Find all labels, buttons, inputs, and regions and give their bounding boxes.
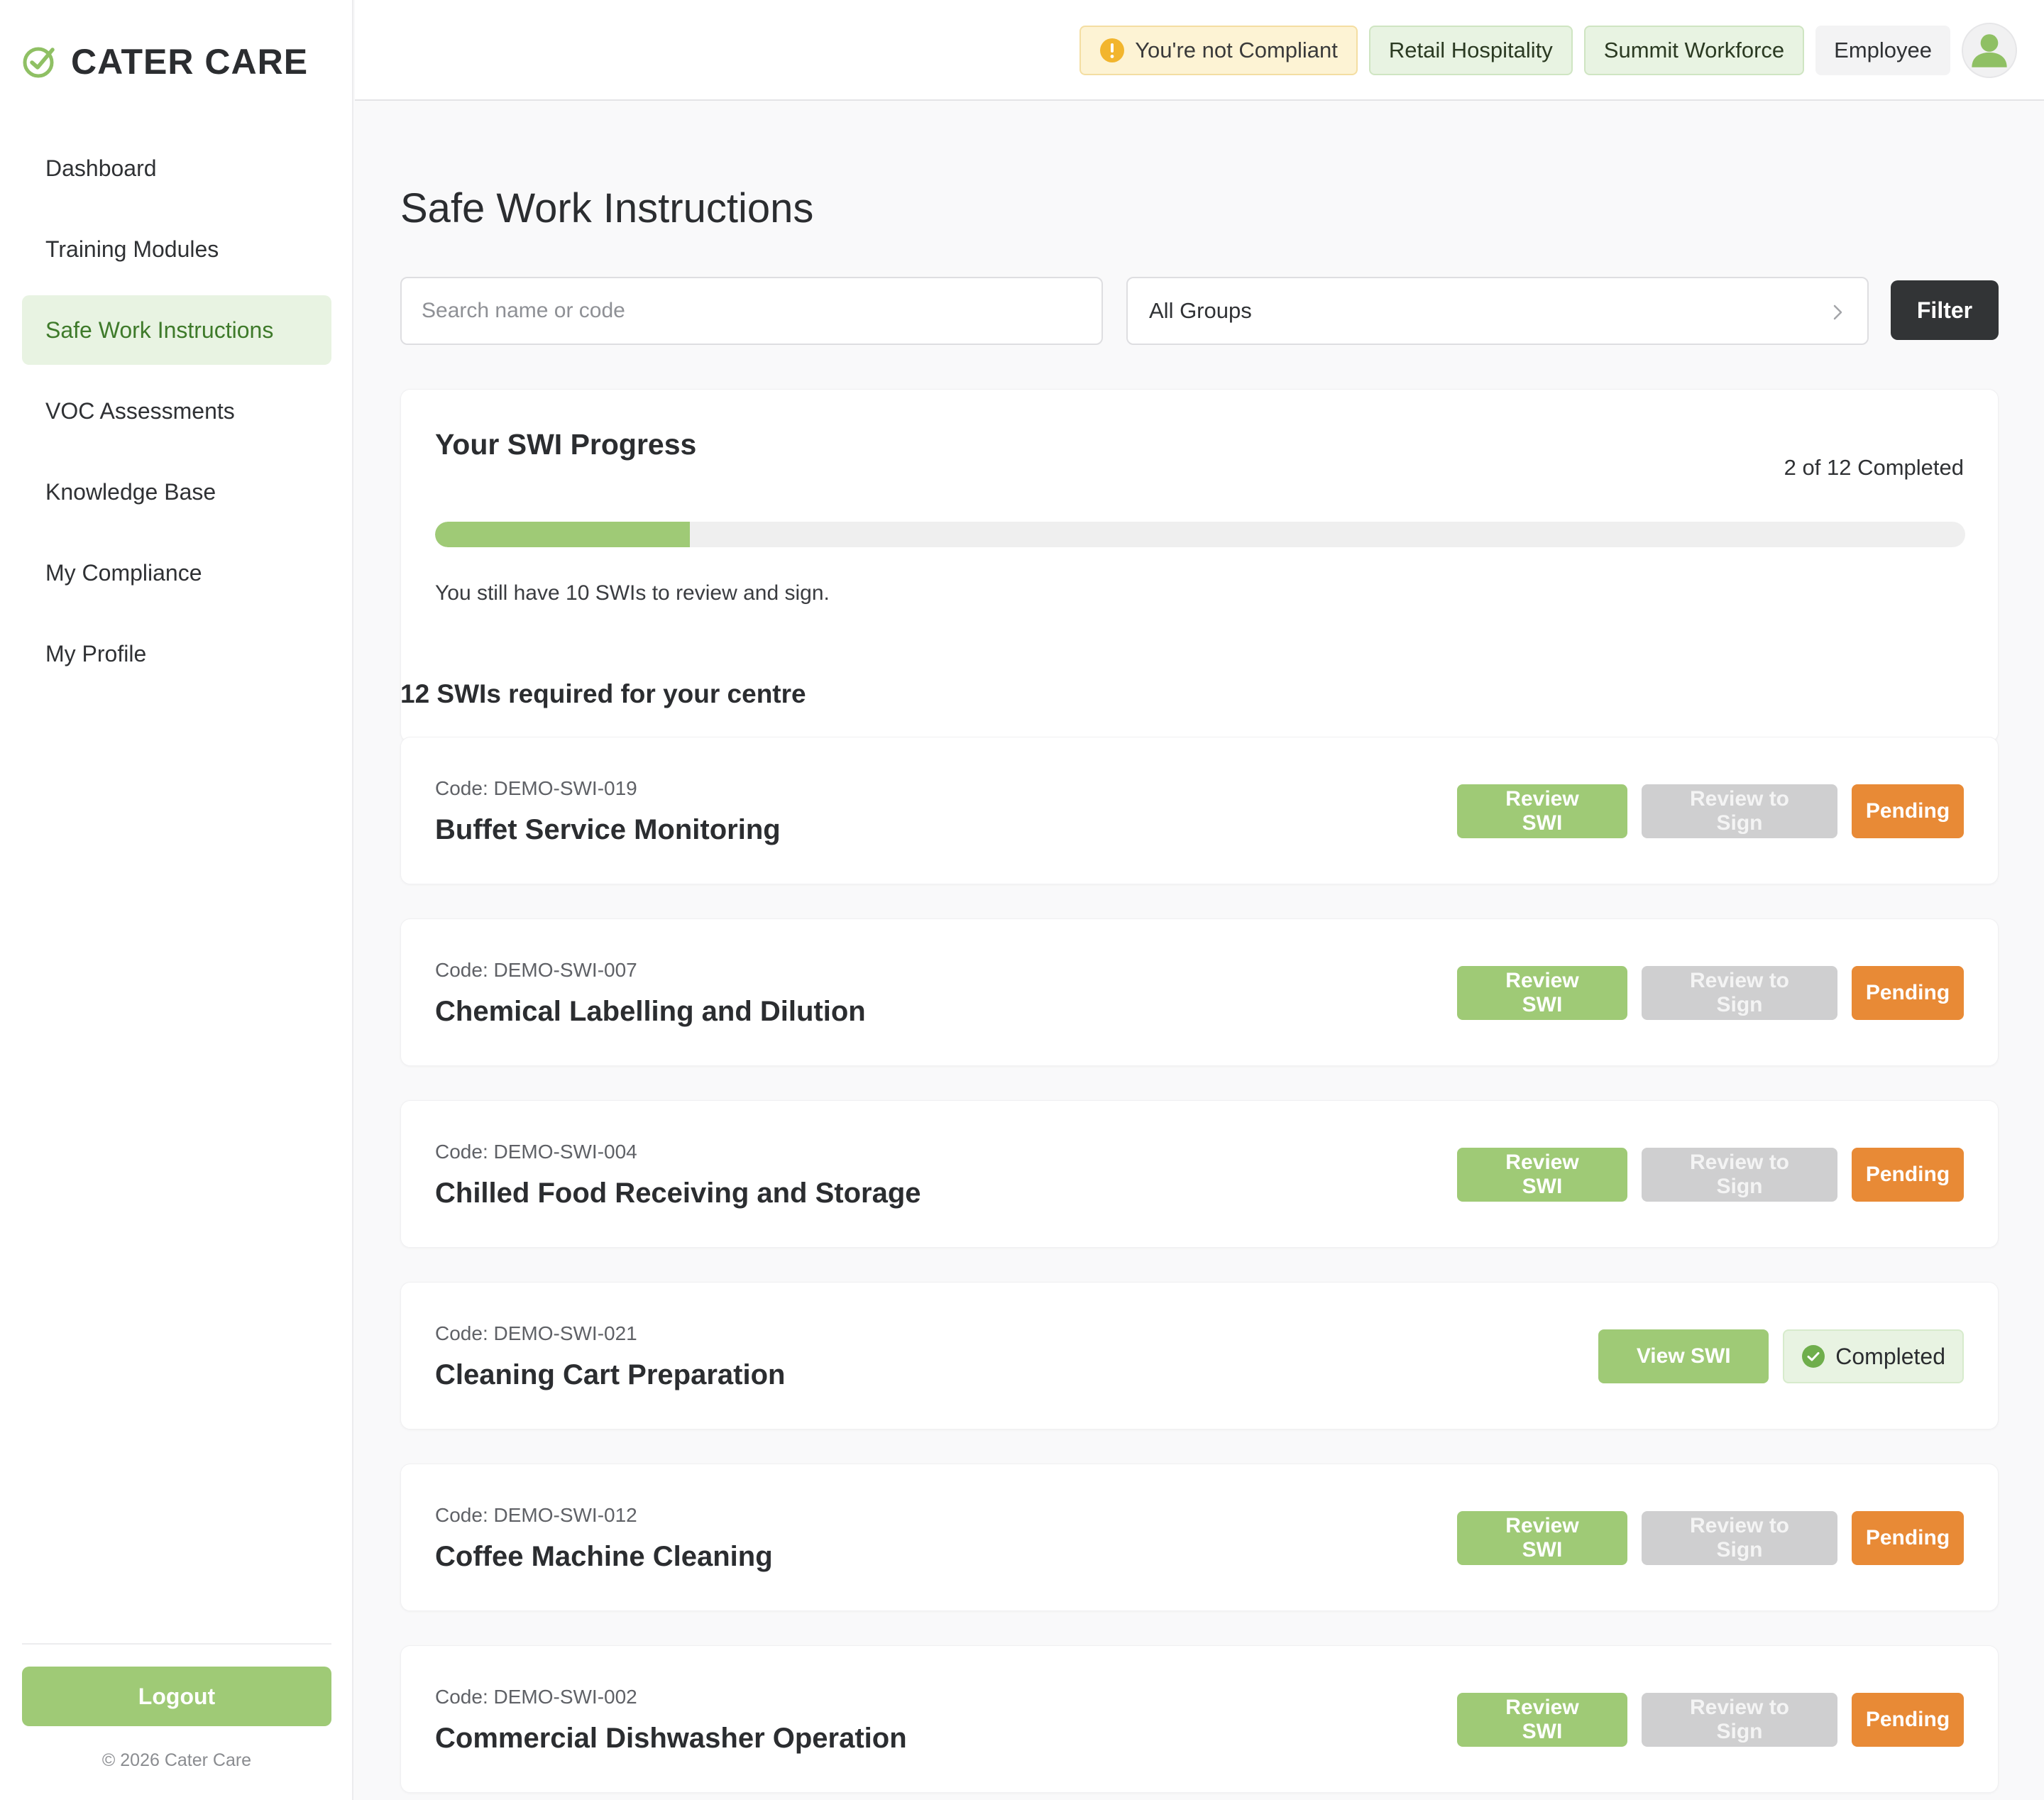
sidebar-item-label: My Profile bbox=[45, 640, 147, 666]
list-item: Code: DEMO-SWI-019 Buffet Service Monito… bbox=[400, 737, 1999, 884]
swi-code: Code: DEMO-SWI-012 bbox=[435, 1504, 637, 1526]
review-to-sign-button[interactable]: Review to Sign bbox=[1642, 1148, 1837, 1202]
compliance-status-badge: You're not Compliant bbox=[1079, 26, 1358, 75]
swi-code: Code: DEMO-SWI-007 bbox=[435, 959, 637, 981]
review-to-sign-button[interactable]: Review to Sign bbox=[1642, 1693, 1837, 1747]
list-item: Code: DEMO-SWI-004 Chilled Food Receivin… bbox=[400, 1100, 1999, 1248]
group-select[interactable]: All Groups bbox=[1126, 277, 1869, 345]
top-header: You're not Compliant Retail Hospitality … bbox=[355, 0, 2044, 101]
sidebar-item-my-profile[interactable]: My Profile bbox=[22, 619, 331, 688]
review-to-sign-button[interactable]: Review to Sign bbox=[1642, 1511, 1837, 1565]
review-swi-button[interactable]: Review SWI bbox=[1457, 1511, 1627, 1565]
swi-code: Code: DEMO-SWI-004 bbox=[435, 1141, 637, 1163]
brand-name: CATER CARE bbox=[71, 42, 309, 82]
swi-actions: Review SWI Review to Sign Pending bbox=[1457, 1693, 1964, 1747]
list-item: Code: DEMO-SWI-007 Chemical Labelling an… bbox=[400, 918, 1999, 1066]
swi-code: Code: DEMO-SWI-019 bbox=[435, 777, 637, 799]
role-label: Employee bbox=[1834, 38, 1932, 62]
check-circle-icon bbox=[23, 47, 55, 78]
tag-label: Retail Hospitality bbox=[1388, 38, 1553, 62]
swi-actions: Review SWI Review to Sign Pending bbox=[1457, 784, 1964, 838]
page-title: Safe Work Instructions bbox=[400, 185, 814, 231]
swi-actions: Review SWI Review to Sign Pending bbox=[1457, 966, 1964, 1020]
search-input[interactable] bbox=[400, 277, 1103, 345]
review-to-sign-button[interactable]: Review to Sign bbox=[1642, 966, 1837, 1020]
list-item: Code: DEMO-SWI-002 Commercial Dishwasher… bbox=[400, 1645, 1999, 1793]
header-right: You're not Compliant Retail Hospitality … bbox=[1079, 23, 2017, 78]
list-item: Code: DEMO-SWI-012 Coffee Machine Cleani… bbox=[400, 1464, 1999, 1611]
swi-actions: Review SWI Review to Sign Pending bbox=[1457, 1148, 1964, 1202]
sidebar-divider bbox=[22, 1643, 331, 1645]
pending-status-button[interactable]: Pending bbox=[1852, 784, 1964, 838]
tag-label: Summit Workforce bbox=[1603, 38, 1785, 62]
sidebar: CATER CARE Dashboard Training Modules Sa… bbox=[0, 0, 353, 1800]
brand-logo[interactable]: CATER CARE bbox=[21, 41, 308, 82]
progress-bar-fill bbox=[435, 522, 691, 547]
swi-title: Chilled Food Receiving and Storage bbox=[435, 1178, 921, 1209]
sidebar-item-training-modules[interactable]: Training Modules bbox=[22, 214, 331, 284]
list-item: Code: DEMO-SWI-021 Cleaning Cart Prepara… bbox=[400, 1282, 1999, 1429]
completed-status-text: Completed bbox=[1835, 1343, 1945, 1369]
progress-title: Your SWI Progress bbox=[435, 428, 697, 461]
sidebar-item-label: Training Modules bbox=[45, 236, 219, 262]
progress-note: You still have 10 SWIs to review and sig… bbox=[435, 581, 830, 605]
sidebar-item-label: VOC Assessments bbox=[45, 397, 235, 424]
sidebar-item-knowledge-base[interactable]: Knowledge Base bbox=[22, 457, 331, 527]
swi-actions: View SWI Completed bbox=[1598, 1329, 1964, 1383]
review-swi-button[interactable]: Review SWI bbox=[1457, 1693, 1627, 1747]
check-circle-icon bbox=[1802, 1345, 1825, 1368]
compliance-status-text: You're not Compliant bbox=[1135, 38, 1338, 62]
swi-title: Buffet Service Monitoring bbox=[435, 814, 781, 845]
exclamation-circle-icon bbox=[1100, 38, 1125, 62]
pending-status-button[interactable]: Pending bbox=[1852, 1511, 1964, 1565]
sidebar-item-label: Knowledge Base bbox=[45, 478, 216, 505]
swi-title: Cleaning Cart Preparation bbox=[435, 1359, 786, 1390]
review-swi-button[interactable]: Review SWI bbox=[1457, 966, 1627, 1020]
swi-list: Code: DEMO-SWI-019 Buffet Service Monito… bbox=[400, 737, 1999, 1800]
view-swi-button[interactable]: View SWI bbox=[1598, 1329, 1769, 1383]
group-select-value: All Groups bbox=[1149, 298, 1252, 323]
swi-code: Code: DEMO-SWI-002 bbox=[435, 1686, 637, 1708]
sidebar-nav: Dashboard Training Modules Safe Work Ins… bbox=[22, 133, 331, 700]
progress-count: 2 of 12 Completed bbox=[1784, 455, 1964, 480]
pending-status-button[interactable]: Pending bbox=[1852, 966, 1964, 1020]
swi-title: Chemical Labelling and Dilution bbox=[435, 996, 866, 1027]
swi-code: Code: DEMO-SWI-021 bbox=[435, 1322, 637, 1344]
pending-status-button[interactable]: Pending bbox=[1852, 1693, 1964, 1747]
filter-button[interactable]: Filter bbox=[1891, 280, 1999, 340]
completed-status-badge: Completed bbox=[1783, 1329, 1964, 1383]
review-swi-button[interactable]: Review SWI bbox=[1457, 1148, 1627, 1202]
user-avatar-icon bbox=[1972, 34, 2007, 67]
list-heading: 12 SWIs required for your centre bbox=[400, 679, 806, 708]
tag-summit-workforce: Summit Workforce bbox=[1583, 26, 1805, 75]
sidebar-item-voc-assessments[interactable]: VOC Assessments bbox=[22, 376, 331, 446]
role-badge: Employee bbox=[1815, 26, 1950, 75]
sidebar-item-dashboard[interactable]: Dashboard bbox=[22, 133, 331, 203]
chevron-right-icon bbox=[1833, 304, 1842, 320]
review-to-sign-button[interactable]: Review to Sign bbox=[1642, 784, 1837, 838]
avatar[interactable] bbox=[1962, 23, 2017, 78]
sidebar-item-label: Safe Work Instructions bbox=[45, 317, 274, 343]
swi-title: Commercial Dishwasher Operation bbox=[435, 1723, 907, 1754]
swi-actions: Review SWI Review to Sign Pending bbox=[1457, 1511, 1964, 1565]
app-root: CATER CARE Dashboard Training Modules Sa… bbox=[0, 0, 2044, 1800]
progress-bar bbox=[435, 522, 1965, 547]
logout-button[interactable]: Logout bbox=[22, 1667, 331, 1726]
sidebar-item-label: Dashboard bbox=[45, 155, 157, 181]
sidebar-item-label: My Compliance bbox=[45, 559, 202, 586]
sidebar-item-my-compliance[interactable]: My Compliance bbox=[22, 538, 331, 608]
copyright: © 2026 Cater Care bbox=[101, 1750, 252, 1770]
tag-retail-hospitality: Retail Hospitality bbox=[1368, 26, 1573, 75]
pending-status-button[interactable]: Pending bbox=[1852, 1148, 1964, 1202]
sidebar-item-safe-work-instructions[interactable]: Safe Work Instructions bbox=[22, 295, 331, 365]
swi-title: Coffee Machine Cleaning bbox=[435, 1541, 773, 1572]
review-swi-button[interactable]: Review SWI bbox=[1457, 784, 1627, 838]
